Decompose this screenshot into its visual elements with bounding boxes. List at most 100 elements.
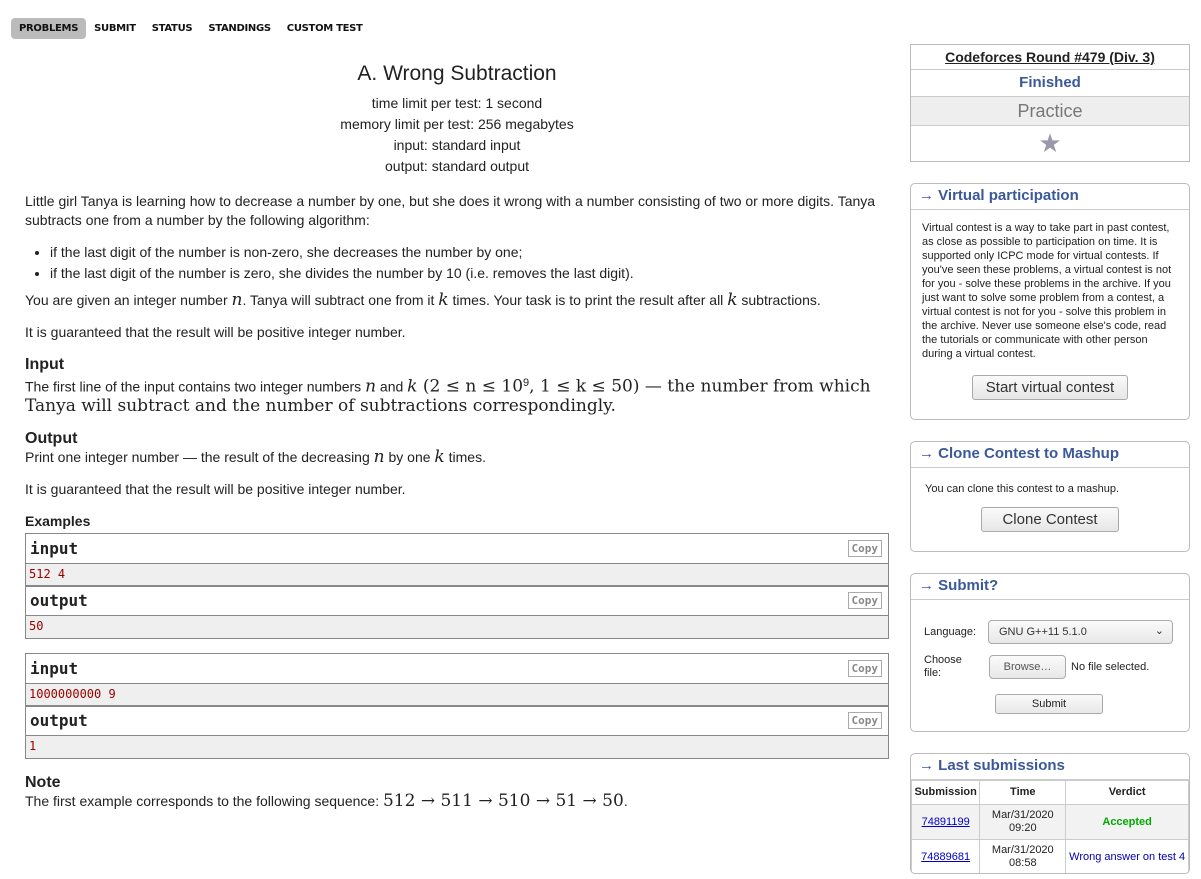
header-submission: Submission (911, 780, 981, 805)
clone-text: You can clone this contest to a mashup. (925, 483, 1120, 495)
tab-custom-test[interactable]: CUSTOM TEST (279, 18, 371, 39)
input-label: input (30, 658, 79, 678)
star-icon[interactable]: ★ (911, 126, 1189, 160)
text: and (376, 378, 408, 395)
copy-button[interactable]: Copy (847, 539, 882, 557)
clone-contest: → Clone Contest to Mashup You can clone … (910, 441, 1190, 552)
submissions-table: Submission Time Verdict 74891199 Mar/31/202… (911, 780, 1189, 873)
header-time: Time (979, 780, 1067, 805)
contest-status: Finished (911, 70, 1189, 97)
input-label: input (30, 538, 79, 558)
problem-title: A. Wrong Subtraction (357, 62, 557, 85)
output-title: Output (25, 429, 78, 447)
submission-link[interactable]: 74891199 (922, 816, 970, 828)
top-nav: PROBLEMS SUBMIT STATUS STANDINGS CUSTOM … (11, 18, 371, 39)
file-status: No file selected. (1071, 661, 1150, 673)
copy-button[interactable]: Copy (847, 712, 882, 730)
verdict: Accepted (1065, 804, 1189, 840)
time-limit: time limit per test: 1 second (371, 95, 543, 111)
intro: Little girl Tanya is learning how to dec… (25, 193, 876, 228)
submission-time: Mar/31/2020 08:58 (979, 839, 1067, 873)
output-label: output (30, 711, 88, 731)
list-item: if the last digit of the number is non-z… (50, 243, 889, 262)
language-label: Language: (924, 626, 976, 638)
limits: time limit per test: 1 second memory lim… (25, 93, 889, 177)
math: n (365, 376, 377, 397)
language-value: GNU G++11 5.1.0 (999, 626, 1087, 638)
output-note: It is guaranteed that the result will be… (25, 480, 406, 497)
text: Print one integer number — the result of… (25, 448, 374, 465)
example-1: input Copy 512 4 output Copy 50 (25, 532, 889, 639)
tab-problems[interactable]: PROBLEMS (11, 18, 87, 39)
copy-button[interactable]: Copy (847, 592, 882, 610)
problem-statement: A. Wrong Subtraction time limit per test… (25, 60, 889, 824)
input-title: Input (25, 356, 65, 373)
guarantee: It is guaranteed that the result will be… (25, 324, 406, 340)
contest-name[interactable]: Codeforces Round #479 (Div. 3) (911, 45, 1189, 70)
file-label: Choose file: (924, 654, 962, 679)
clone-contest-button[interactable]: Clone Contest (981, 507, 1119, 532)
text: . (623, 792, 628, 809)
math: ( (417, 376, 430, 397)
text: . Tanya will subtract one from it (242, 292, 439, 308)
math: 512 → 511 → 510 → 51 → 50 (382, 790, 624, 811)
math: n (373, 446, 385, 467)
example-output: 1 (26, 735, 888, 758)
text: The first example corresponds to the fol… (25, 792, 383, 809)
table-row: 74891199 Mar/31/2020 09:20 Accepted (911, 804, 1189, 840)
start-virtual-button[interactable]: Start virtual contest (971, 375, 1129, 400)
task-paragraph: You are given an integer number n. Tanya… (25, 291, 889, 310)
virtual-title: → Virtual participation (911, 184, 1189, 210)
math: 2 ≤ n ≤ 10 (429, 376, 524, 397)
output-label: output (30, 591, 88, 611)
header-verdict: Verdict (1065, 780, 1189, 805)
contest-info: Codeforces Round #479 (Div. 3) Finished … (910, 44, 1190, 162)
text: The first line of the input contains two… (25, 378, 366, 395)
output-spec: Print one integer number — the result of… (25, 446, 889, 467)
memory-limit: memory limit per test: 256 megabytes (340, 116, 574, 132)
output-file: output: standard output (385, 158, 529, 174)
examples-title: Examples (25, 512, 91, 529)
input-spec: The first line of the input contains two… (25, 374, 889, 416)
last-submissions: → Last submissions Submission Time Verdict… (910, 753, 1190, 874)
example-output: 50 (26, 615, 888, 638)
math: k (438, 290, 449, 310)
verdict: Wrong answer on test 4 (1065, 839, 1189, 873)
submission-link[interactable]: 74889681 (921, 851, 970, 863)
text: subtractions. (737, 292, 821, 308)
math: k (727, 290, 738, 310)
text: times. Your task is to print the result … (448, 292, 728, 308)
tab-submit[interactable]: SUBMIT (86, 18, 144, 39)
list-item: if the last digit of the number is zero,… (50, 264, 889, 283)
language-select[interactable]: GNU G++11 5.1.0 ⌄ (988, 620, 1173, 644)
copy-button[interactable]: Copy (847, 659, 882, 677)
rules-list: if the last digit of the number is non-z… (25, 243, 889, 283)
submission-time: Mar/31/2020 09:20 (979, 804, 1067, 840)
submit-button[interactable]: Submit (995, 694, 1103, 714)
last-submissions-title: → Last submissions (911, 754, 1189, 780)
browse-button[interactable]: Browse… (989, 655, 1066, 679)
input-file: input: standard input (393, 137, 521, 153)
text: You are given an integer number (25, 292, 232, 308)
table-row: 74889681 Mar/31/2020 08:58 Wrong answer on… (911, 839, 1189, 873)
note-title: Note (25, 773, 61, 791)
math: n (231, 290, 243, 310)
text: times. (444, 448, 486, 465)
virtual-participation: → Virtual participation Virtual contest … (910, 183, 1190, 420)
example-2: input Copy 1000000000 9 output Copy 1 (25, 652, 889, 759)
submit-title: → Submit? (911, 574, 1189, 600)
clone-title: → Clone Contest to Mashup (911, 442, 1189, 468)
math: 1 ≤ k ≤ 50 (539, 376, 633, 397)
contest-mode: Practice (911, 97, 1189, 126)
math: k (434, 446, 445, 467)
example-input: 1000000000 9 (26, 683, 888, 706)
example-input: 512 4 (26, 563, 888, 586)
submit-box: → Submit? Language: GNU G++11 5.1.0 ⌄ Cho… (910, 573, 1190, 732)
math: , (529, 376, 540, 397)
virtual-text: Virtual contest is a way to take part in… (922, 222, 1172, 360)
text: by one (384, 448, 435, 465)
chevron-down-icon: ⌄ (1154, 625, 1164, 637)
note-text: The first example corresponds to the fol… (25, 790, 889, 811)
tab-status[interactable]: STATUS (144, 18, 201, 39)
tab-standings[interactable]: STANDINGS (200, 18, 278, 39)
